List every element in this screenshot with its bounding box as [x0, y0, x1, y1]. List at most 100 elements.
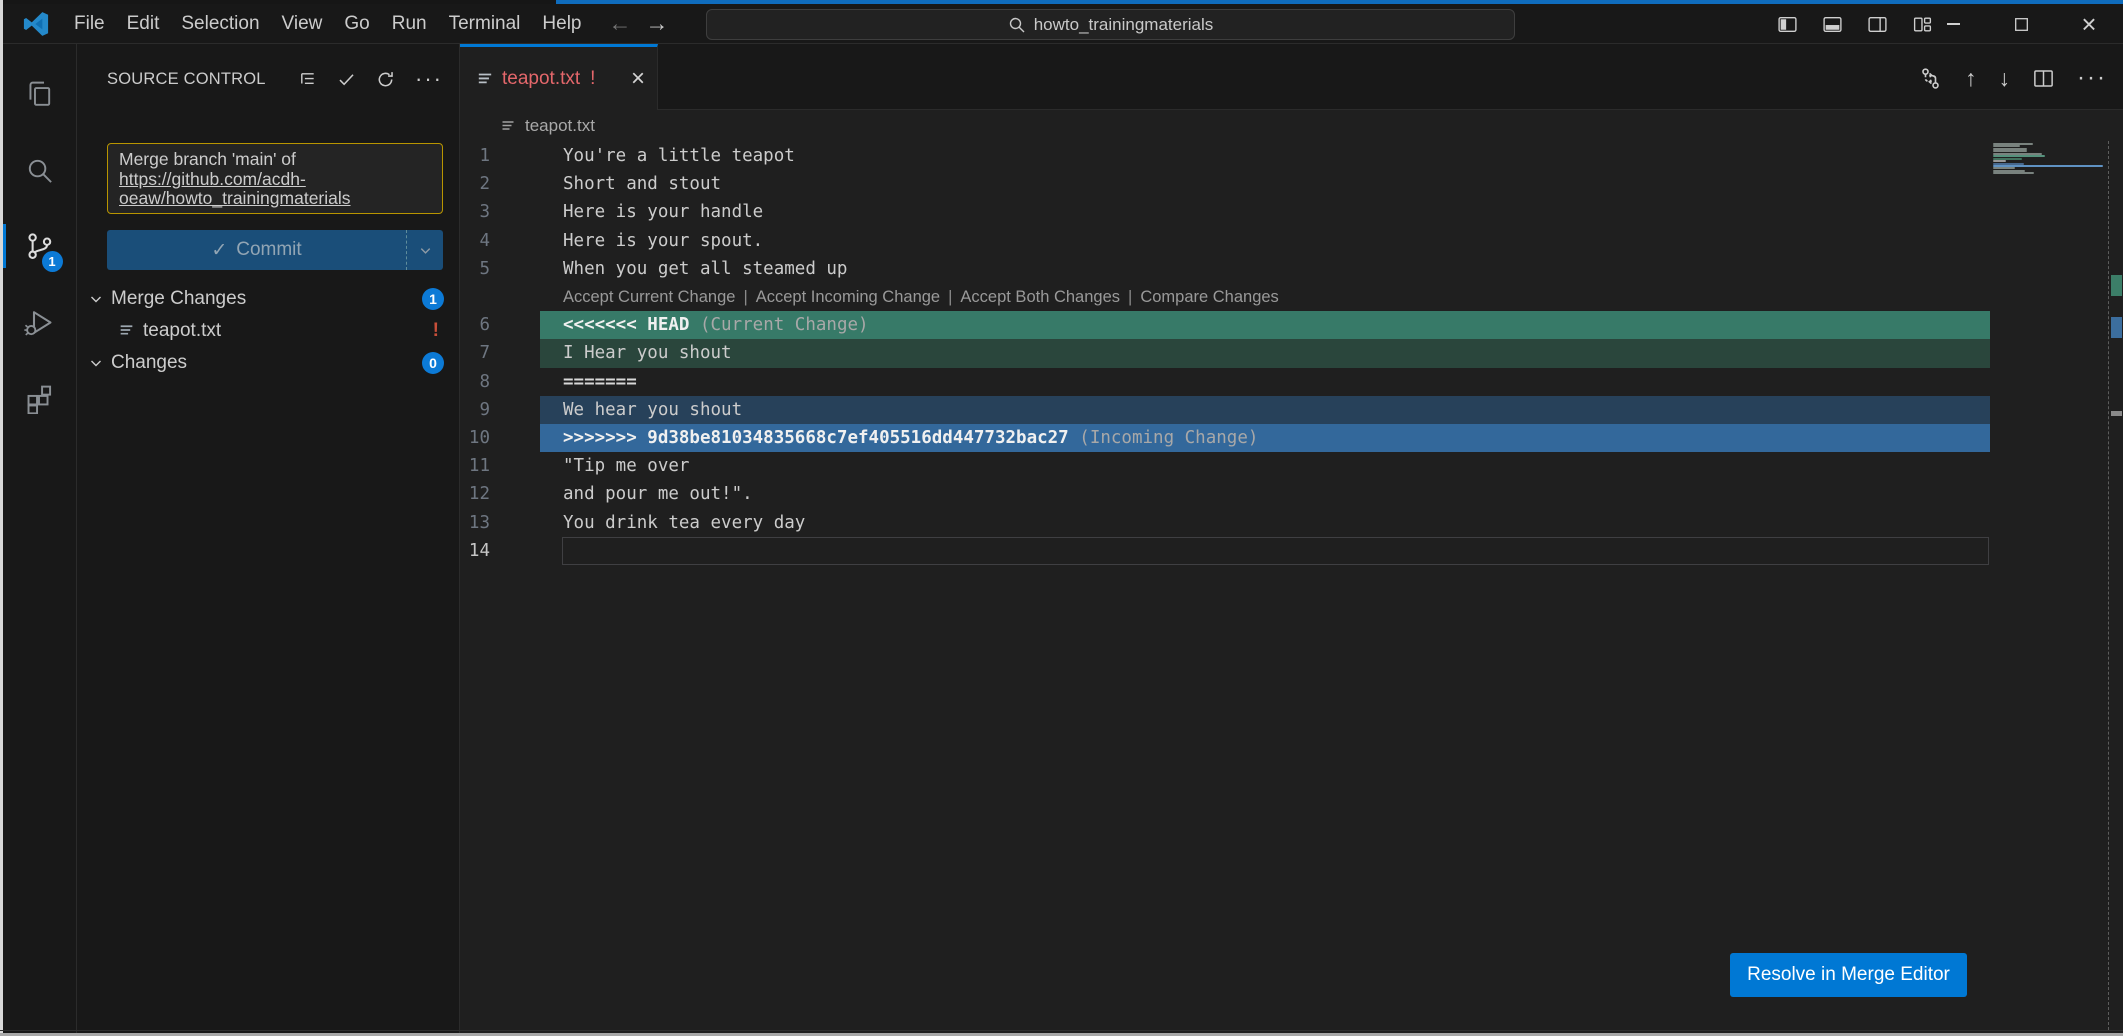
commit-button-label: Commit: [236, 239, 301, 261]
line-text: Here is your spout.: [540, 227, 1990, 255]
activity-run-debug[interactable]: [3, 284, 77, 360]
commit-message-link-line1: https://github.com/acdh-: [119, 170, 431, 190]
code-line: 13 You drink tea every day: [460, 508, 2123, 536]
commit-message-line1: Merge branch 'main' of: [119, 150, 431, 170]
accept-current-change-link[interactable]: Accept Current Change: [563, 288, 735, 307]
panel-actions: ···: [298, 70, 443, 89]
search-icon: [24, 155, 55, 186]
minimap-line: [1993, 160, 2006, 162]
view-as-tree-icon[interactable]: [298, 70, 317, 89]
file-icon: [476, 70, 494, 88]
code-line: 4 Here is your spout.: [460, 227, 2123, 255]
line-text: I Hear you shout: [540, 339, 1990, 367]
next-change-icon[interactable]: ↓: [1999, 65, 2011, 92]
menu-bar: File Edit Selection View Go Run Terminal…: [63, 4, 593, 43]
history-navigation: ← →: [609, 10, 669, 37]
changes-label: Changes: [111, 352, 187, 374]
line-text: When you get all steamed up: [540, 255, 1990, 283]
menu-terminal[interactable]: Terminal: [438, 4, 532, 43]
breadcrumb[interactable]: teapot.txt: [460, 110, 2123, 142]
commit-check-icon[interactable]: [337, 70, 356, 89]
close-button[interactable]: ×: [2055, 4, 2123, 44]
menu-view[interactable]: View: [271, 4, 334, 43]
file-icon: [118, 322, 135, 339]
menu-file[interactable]: File: [63, 4, 116, 43]
menu-run[interactable]: Run: [381, 4, 438, 43]
search-icon: [1008, 16, 1026, 34]
maximize-button[interactable]: [1987, 4, 2055, 44]
open-changes-icon[interactable]: [1918, 66, 1943, 91]
line-number: 12: [460, 484, 540, 504]
overview-ruler-cursor-mark[interactable]: [2111, 411, 2122, 416]
commit-button-main[interactable]: ✓ Commit: [107, 239, 406, 262]
code-area[interactable]: 1 You're a little teapot 2 Short and sto…: [460, 142, 2123, 565]
split-editor-icon[interactable]: [2032, 67, 2055, 90]
breadcrumb-item: teapot.txt: [525, 116, 595, 136]
conflict-annotation: (Current Change): [700, 315, 869, 335]
codelens-row: Accept Current Change | Accept Incoming …: [460, 283, 2123, 311]
menu-edit[interactable]: Edit: [116, 4, 171, 43]
menu-help[interactable]: Help: [531, 4, 592, 43]
merge-changes-label: Merge Changes: [111, 288, 246, 310]
line-number: 14: [460, 541, 540, 561]
toggle-secondary-sidebar-icon[interactable]: [1867, 14, 1888, 35]
window-bottom-border: [0, 1030, 2123, 1031]
line-text: You're a little teapot: [540, 142, 1990, 170]
code-line-active: 14: [460, 537, 2123, 565]
line-text: >>>>>>> 9d38be81034835668c7ef405516dd447…: [540, 424, 1990, 452]
more-actions-icon[interactable]: ···: [415, 74, 443, 84]
overview-ruler-current-mark[interactable]: [2111, 275, 2122, 296]
close-tab-icon[interactable]: ×: [631, 67, 645, 91]
line-number: 1: [460, 146, 540, 166]
forward-arrow-icon[interactable]: →: [646, 10, 669, 37]
close-icon: ×: [2081, 11, 2096, 37]
previous-change-icon[interactable]: ↑: [1965, 65, 1977, 92]
more-actions-icon[interactable]: ···: [2077, 64, 2107, 92]
minimap[interactable]: [1993, 143, 2105, 177]
overview-ruler-incoming-mark[interactable]: [2111, 317, 2122, 338]
chevron-down-icon[interactable]: [85, 355, 107, 371]
commit-dropdown-button[interactable]: [406, 230, 443, 270]
menu-go[interactable]: Go: [333, 4, 380, 43]
line-text: We hear you shout: [540, 396, 1990, 424]
line-number: 13: [460, 513, 540, 533]
activity-search[interactable]: [3, 132, 77, 208]
activity-explorer[interactable]: [3, 56, 77, 132]
accept-incoming-change-link[interactable]: Accept Incoming Change: [756, 288, 940, 307]
section-changes[interactable]: Changes 0: [77, 347, 460, 378]
command-center-label: howto_trainingmaterials: [1034, 15, 1214, 35]
tab-conflict-decoration: !: [590, 68, 595, 90]
toggle-primary-sidebar-icon[interactable]: [1777, 14, 1798, 35]
back-arrow-icon[interactable]: ←: [609, 10, 632, 37]
code-line: 2 Short and stout: [460, 170, 2123, 198]
line-text: Here is your handle: [540, 198, 1990, 226]
chevron-down-icon[interactable]: [85, 291, 107, 307]
menu-selection[interactable]: Selection: [170, 4, 270, 43]
vscode-window: File Edit Selection View Go Run Terminal…: [0, 0, 2123, 1036]
resolve-in-merge-editor-button[interactable]: Resolve in Merge Editor: [1730, 953, 1967, 997]
line-text: "Tip me over: [540, 452, 1990, 480]
codelens-separator: |: [948, 288, 952, 307]
tab-teapot[interactable]: teapot.txt ! ×: [460, 44, 658, 110]
commit-button[interactable]: ✓ Commit: [107, 230, 443, 270]
panel-title: SOURCE CONTROL: [107, 70, 266, 89]
conflict-file-row[interactable]: teapot.txt !: [77, 315, 460, 346]
source-control-panel: SOURCE CONTROL ···: [77, 44, 460, 1036]
activity-bar: 1: [3, 44, 77, 1036]
activity-source-control[interactable]: 1: [3, 208, 77, 284]
line-text: <<<<<<< HEAD (Current Change): [540, 311, 1990, 339]
minimize-button[interactable]: [1919, 4, 1987, 44]
toggle-panel-icon[interactable]: [1822, 14, 1843, 35]
conflict-marker: <<<<<<< HEAD: [563, 315, 689, 335]
compare-changes-link[interactable]: Compare Changes: [1140, 288, 1279, 307]
codelens-separator: |: [743, 288, 747, 307]
refresh-icon[interactable]: [376, 70, 395, 89]
activity-extensions[interactable]: [3, 360, 77, 436]
section-merge-changes[interactable]: Merge Changes 1: [77, 283, 460, 314]
line-number: 10: [460, 428, 540, 448]
accept-both-changes-link[interactable]: Accept Both Changes: [960, 288, 1120, 307]
command-center-search[interactable]: howto_trainingmaterials: [706, 9, 1515, 40]
vscode-logo-icon: [23, 11, 49, 37]
commit-message-input[interactable]: Merge branch 'main' of https://github.co…: [107, 143, 443, 214]
code-line: 12 and pour me out!".: [460, 480, 2123, 508]
